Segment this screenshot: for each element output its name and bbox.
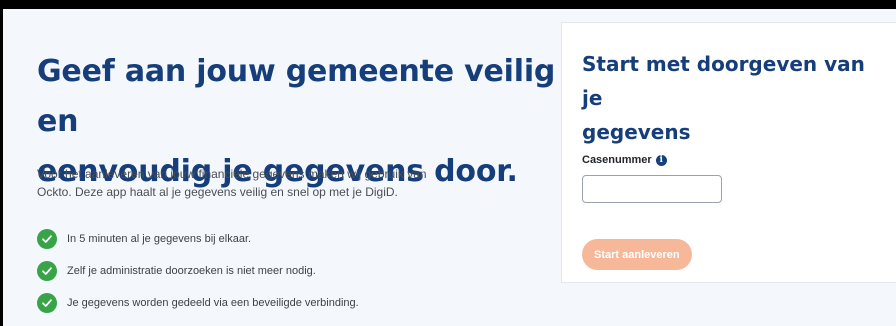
start-form-card: Start met doorgeven van je gegevens Case… xyxy=(561,22,896,283)
benefit-item: Zelf je administratie doorzoeken is niet… xyxy=(37,260,359,282)
form-title: Start met doorgeven van je gegevens xyxy=(582,47,892,149)
check-circle-icon xyxy=(37,229,57,249)
form-title-line1: Start met doorgeven van je xyxy=(582,52,865,110)
hero-intro: Voor het aanleveren van jouw financiële … xyxy=(37,165,477,201)
benefits-list: In 5 minuten al je gegevens bij elkaar. … xyxy=(37,228,359,324)
info-icon[interactable]: i xyxy=(655,154,667,166)
casenummer-label: Casenummer i xyxy=(582,154,667,166)
benefit-item: Je gegevens worden gedeeld via een bevei… xyxy=(37,292,359,314)
benefit-text: Je gegevens worden gedeeld via een bevei… xyxy=(67,297,359,309)
casenummer-input[interactable] xyxy=(582,175,722,203)
check-circle-icon xyxy=(37,293,57,313)
hero-headline-line1: Geef aan jouw gemeente veilig en xyxy=(37,54,556,139)
casenummer-label-text: Casenummer xyxy=(582,154,652,166)
benefit-text: In 5 minuten al je gegevens bij elkaar. xyxy=(67,233,252,245)
benefit-item: In 5 minuten al je gegevens bij elkaar. xyxy=(37,228,359,250)
start-aanleveren-button[interactable]: Start aanleveren xyxy=(582,239,692,270)
page: Geef aan jouw gemeente veilig en eenvoud… xyxy=(3,9,896,326)
benefit-text: Zelf je administratie doorzoeken is niet… xyxy=(67,265,316,277)
check-circle-icon xyxy=(37,261,57,281)
hero-intro-line1: Voor het aanleveren van jouw financiële … xyxy=(37,167,427,181)
form-title-line2: gegevens xyxy=(582,120,691,144)
hero-intro-line2: Ockto. Deze app haalt al je gegevens vei… xyxy=(37,185,398,199)
